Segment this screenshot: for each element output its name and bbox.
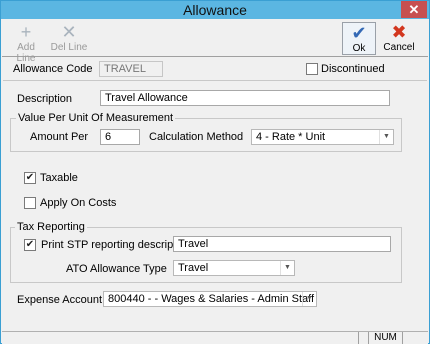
apply-on-costs-label: Apply On Costs: [40, 197, 117, 209]
cancel-label: Cancel: [383, 42, 415, 53]
ok-button[interactable]: ✔ Ok: [342, 22, 376, 55]
expense-account-value: 800440 - - Wages & Salaries - Admin Staf…: [108, 293, 315, 305]
allowance-code-label: Allowance Code: [13, 63, 93, 75]
close-window-button[interactable]: ✕: [401, 1, 427, 18]
tax-reporting-group-title: Tax Reporting: [15, 221, 87, 233]
toolbar: + Add Line ✕ Del Line ✔ Ok ✖ Cancel: [2, 20, 428, 64]
add-line-button[interactable]: + Add Line: [7, 22, 45, 64]
checkmark-icon: ✔: [351, 23, 367, 43]
ato-allowance-type-value: Travel: [178, 262, 209, 274]
cancel-button[interactable]: ✖ Cancel: [380, 22, 418, 55]
print-checkbox[interactable]: ✔: [24, 239, 36, 251]
amount-per-label: Amount Per: [30, 131, 89, 143]
discontinued-label: Discontinued: [321, 63, 385, 75]
title-bar[interactable]: Allowance ✕: [1, 1, 429, 19]
add-line-icon: +: [20, 22, 32, 42]
description-label: Description: [17, 93, 73, 105]
allowance-dialog: Allowance ✕ + Add Line ✕ Del Line ✔ Ok ✖…: [0, 0, 430, 344]
expense-account-select[interactable]: 800440 - - Wages & Salaries - Admin Staf…: [103, 291, 317, 307]
status-bar: NUM: [2, 331, 428, 344]
stp-reporting-input[interactable]: Travel: [173, 236, 391, 252]
ato-allowance-type-label: ATO Allowance Type: [66, 263, 167, 275]
window-title: Allowance: [183, 2, 247, 18]
calc-method-select[interactable]: 4 - Rate * Unit ▼: [251, 129, 394, 145]
ok-label: Ok: [352, 43, 366, 54]
delete-line-icon: ✕: [61, 22, 77, 42]
divider: [3, 80, 427, 81]
value-per-unit-group-title: Value Per Unit Of Measurement: [16, 112, 176, 124]
amount-per-input[interactable]: 6: [100, 129, 140, 145]
calc-method-value: 4 - Rate * Unit: [256, 131, 326, 143]
apply-on-costs-checkbox[interactable]: [24, 197, 36, 209]
ato-allowance-type-select[interactable]: Travel ▼: [173, 260, 295, 276]
chevron-down-icon: ▼: [280, 261, 294, 275]
taxable-checkbox[interactable]: ✔: [24, 172, 36, 184]
del-line-label: Del Line: [50, 42, 88, 53]
expense-account-label: Expense Account: [17, 294, 103, 306]
print-label: Print: [41, 239, 64, 251]
discontinued-checkbox[interactable]: [306, 63, 318, 75]
allowance-code-field: TRAVEL: [99, 61, 163, 77]
status-separator: [358, 332, 360, 344]
calc-method-label: Calculation Method: [149, 131, 244, 143]
chevron-down-icon: ▼: [379, 130, 393, 144]
description-input[interactable]: Travel Allowance: [100, 90, 390, 106]
add-line-label: Add Line: [16, 42, 36, 64]
del-line-button[interactable]: ✕ Del Line: [50, 22, 88, 55]
status-empty-cell: [402, 332, 428, 344]
cancel-x-icon: ✖: [391, 22, 407, 42]
chevron-down-icon: ▼: [302, 292, 316, 306]
taxable-label: Taxable: [40, 172, 78, 184]
num-lock-indicator: NUM: [368, 332, 402, 344]
